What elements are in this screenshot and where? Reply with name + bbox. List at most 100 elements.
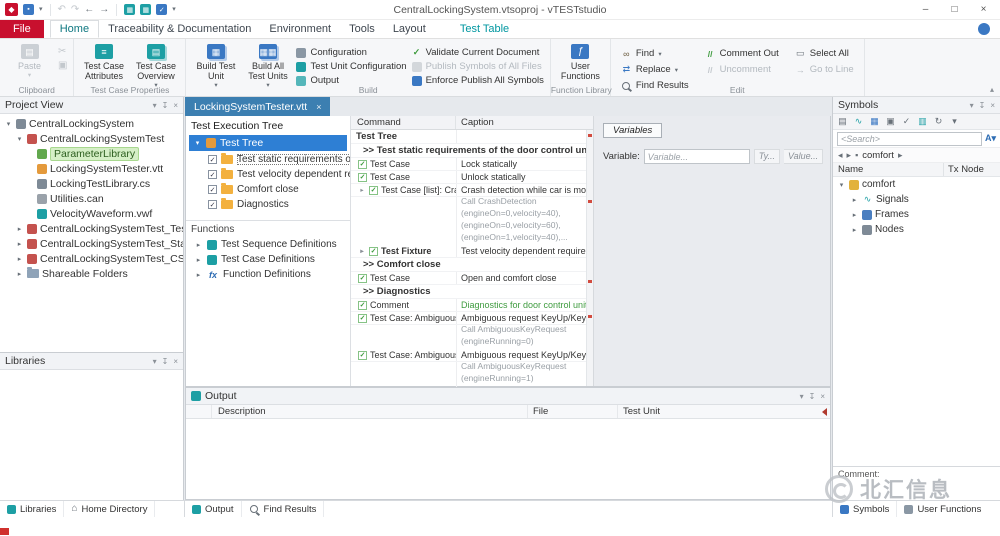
table-row[interactable]: ✓Test Case: AmbiguousKey...Ambiguous req… bbox=[351, 349, 586, 362]
forward-icon[interactable]: → bbox=[99, 5, 109, 15]
tree-item[interactable]: ▸CentralLockingSystemTest_TestSequen... bbox=[0, 221, 183, 236]
test-case-overview-button[interactable]: ▤ Test Case Overview ▾ bbox=[132, 42, 179, 83]
pin-icon[interactable]: ↧ bbox=[162, 357, 169, 366]
comment-out-button[interactable]: // Comment Out bbox=[705, 47, 779, 60]
functions-item[interactable]: ▸fxFunction Definitions bbox=[186, 267, 350, 282]
breadcrumb[interactable]: comfort bbox=[862, 150, 894, 161]
validate-icon[interactable]: ✓ bbox=[156, 4, 167, 15]
column-test-unit[interactable]: Test Unit bbox=[618, 405, 830, 418]
checkbox-checked-icon[interactable]: ✓ bbox=[208, 155, 217, 164]
column-command[interactable]: Command bbox=[351, 116, 456, 129]
close-icon[interactable]: × bbox=[990, 101, 995, 110]
functions-item[interactable]: ▸Test Sequence Definitions bbox=[186, 237, 350, 252]
checkbox-checked-icon[interactable]: ✓ bbox=[208, 200, 217, 209]
user-functions-tab[interactable]: User Functions bbox=[897, 501, 988, 517]
tree-item[interactable]: ▸Shareable Folders bbox=[0, 266, 183, 281]
tab-traceability[interactable]: Traceability & Documentation bbox=[99, 20, 260, 38]
cut-icon[interactable]: ✂ bbox=[58, 47, 67, 57]
find-results-tab[interactable]: Find Results bbox=[242, 501, 325, 517]
table-row[interactable]: ✓CommentDiagnostics for door control uni… bbox=[351, 299, 586, 312]
build-all-icon[interactable]: ▦ bbox=[140, 4, 151, 15]
close-icon[interactable]: × bbox=[820, 392, 825, 401]
tab-home[interactable]: Home bbox=[50, 20, 99, 38]
find-button[interactable]: ∞ Find ▾ bbox=[621, 47, 689, 60]
home-directory-tab[interactable]: ⌂Home Directory bbox=[64, 501, 155, 517]
tree-item[interactable]: ▾CentralLockingSystemTest bbox=[0, 131, 183, 146]
libraries-tab[interactable]: Libraries bbox=[0, 501, 64, 517]
frames-filter-icon[interactable]: ▦ bbox=[869, 116, 880, 127]
panel-menu-icon[interactable]: ▾ bbox=[800, 392, 804, 401]
back-icon[interactable]: ← bbox=[84, 5, 94, 15]
tree-item[interactable]: ▸CentralLockingSystemTest_StateDiagram bbox=[0, 236, 183, 251]
forward-icon[interactable]: ▸ bbox=[847, 150, 852, 161]
tree-item[interactable]: LockingSystemTester.vtt bbox=[0, 161, 183, 176]
search-input[interactable] bbox=[837, 132, 982, 146]
test-unit-configuration-button[interactable]: Test Unit Configuration bbox=[296, 61, 406, 72]
collapse-ribbon-icon[interactable]: ▴ bbox=[990, 85, 994, 94]
execution-tree-item[interactable]: ✓Test velocity dependent requ... bbox=[186, 167, 350, 182]
replace-button[interactable]: ⇄ Replace ▾ bbox=[621, 63, 689, 76]
column-name[interactable]: Name bbox=[833, 163, 944, 176]
variables-chip[interactable]: Variables bbox=[603, 123, 662, 138]
panel-menu-icon[interactable]: ▾ bbox=[970, 101, 974, 110]
signals-filter-icon[interactable]: ∿ bbox=[853, 116, 864, 127]
table-row[interactable]: >> Comfort close bbox=[351, 258, 586, 272]
column-value[interactable]: Value... bbox=[784, 149, 823, 164]
output-tab[interactable]: Output bbox=[185, 501, 242, 517]
column-file[interactable]: File bbox=[528, 405, 618, 418]
tree-item[interactable]: ▸CentralLockingSystemTest_CSharp bbox=[0, 251, 183, 266]
column-tx-node[interactable]: Tx Node bbox=[944, 163, 1000, 176]
back-icon[interactable]: ◂ bbox=[838, 150, 843, 161]
toolbar-more-icon[interactable]: ▾ bbox=[949, 116, 960, 127]
close-tab-icon[interactable]: × bbox=[316, 102, 321, 112]
test-case-attributes-button[interactable]: ≡ Test Case Attributes bbox=[80, 42, 127, 83]
execution-tree-item[interactable]: ✓Test static requirements of the... bbox=[186, 152, 350, 167]
uncomment-button[interactable]: // Uncomment bbox=[705, 63, 779, 76]
scrollbar[interactable] bbox=[586, 130, 593, 386]
redo-icon[interactable]: ↷ bbox=[71, 5, 79, 15]
table-row[interactable]: Test Tree bbox=[351, 130, 586, 144]
account-icon[interactable] bbox=[978, 23, 990, 35]
tab-tools[interactable]: Tools bbox=[340, 20, 384, 38]
tab-environment[interactable]: Environment bbox=[260, 20, 340, 38]
tree-item[interactable]: ParameterLibrary bbox=[0, 146, 183, 161]
table-row[interactable]: >> Test static requirements of the door … bbox=[351, 144, 586, 158]
tree-item[interactable]: VelocityWaveform.vwf bbox=[0, 206, 183, 221]
database-icon[interactable]: ▤ bbox=[837, 116, 848, 127]
undo-icon[interactable]: ↶ bbox=[58, 5, 66, 15]
tab-test-table[interactable]: Test Table bbox=[451, 20, 518, 38]
column-type[interactable]: Ty... bbox=[754, 149, 780, 164]
tab-layout[interactable]: Layout bbox=[384, 20, 435, 38]
qat-dropdown-icon[interactable]: ▾ bbox=[39, 6, 43, 13]
functions-item[interactable]: ▸Test Case Definitions bbox=[186, 252, 350, 267]
table-row[interactable]: ▸✓Test FixtureTest velocity dependent re… bbox=[351, 245, 586, 258]
table-row[interactable]: ✓Test Case: AmbiguousKey...Ambiguous req… bbox=[351, 312, 586, 325]
panel-menu-icon[interactable]: ▾ bbox=[153, 101, 157, 110]
execution-tree-root[interactable]: ▾ Test Tree bbox=[189, 135, 347, 151]
tree-item[interactable]: ▾CentralLockingSystem bbox=[0, 116, 183, 131]
variable-input[interactable] bbox=[644, 149, 750, 164]
pin-icon[interactable]: ↧ bbox=[809, 392, 816, 401]
build-all-test-units-button[interactable]: ▦▦ Build All Test Units ▾ bbox=[244, 42, 291, 83]
table-row[interactable]: ✓Test CaseOpen and comfort close bbox=[351, 272, 586, 285]
build-test-unit-icon[interactable]: ▦ bbox=[124, 4, 135, 15]
pin-icon[interactable]: ↧ bbox=[162, 101, 169, 110]
table-row[interactable]: >> Diagnostics bbox=[351, 285, 586, 299]
symbols-tab[interactable]: Symbols bbox=[833, 501, 897, 517]
maximize-button[interactable]: □ bbox=[940, 0, 969, 19]
close-icon[interactable]: × bbox=[173, 357, 178, 366]
symbols-tree-item[interactable]: ▸Nodes bbox=[833, 222, 1000, 237]
build-test-unit-button[interactable]: ▦ Build Test Unit ▾ bbox=[192, 42, 239, 83]
checkbox-checked-icon[interactable]: ✓ bbox=[208, 170, 217, 179]
go-to-line-button[interactable]: → Go to Line bbox=[795, 63, 854, 76]
minimize-button[interactable]: – bbox=[911, 0, 940, 19]
columns-icon[interactable]: ▥ bbox=[917, 116, 928, 127]
tab-file[interactable]: File bbox=[0, 20, 44, 38]
table-row[interactable]: ✓Test CaseUnlock statically bbox=[351, 171, 586, 184]
nodes-filter-icon[interactable]: ▣ bbox=[885, 116, 896, 127]
filter-icon[interactable]: A▾ bbox=[985, 133, 996, 144]
tree-item[interactable]: LockingTestLibrary.cs bbox=[0, 176, 183, 191]
table-row[interactable]: ✓Test CaseLock statically bbox=[351, 158, 586, 171]
publish-symbols-button[interactable]: Publish Symbols of All Files bbox=[412, 61, 544, 72]
save-icon[interactable]: ▪ bbox=[23, 4, 34, 15]
